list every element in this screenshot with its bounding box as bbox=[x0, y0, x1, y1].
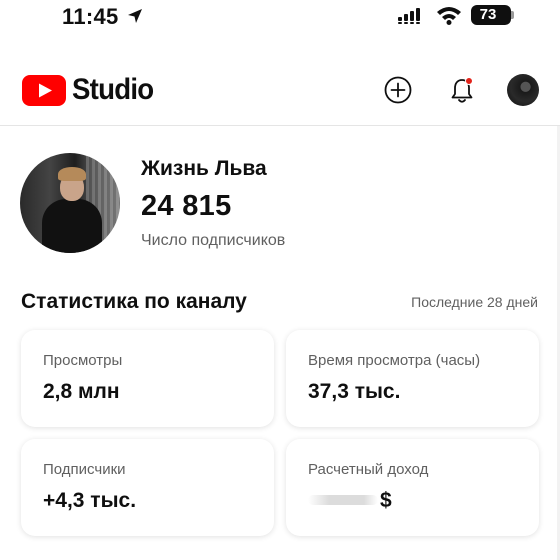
stat-card-value: +4,3 тыс. bbox=[43, 489, 137, 512]
stat-card-label: Просмотры bbox=[43, 352, 123, 369]
redacted-value-blur bbox=[308, 495, 378, 505]
studio-wordmark[interactable]: Studio bbox=[72, 73, 154, 107]
youtube-logo-icon[interactable] bbox=[22, 75, 66, 106]
create-plus-icon[interactable] bbox=[384, 76, 412, 104]
stat-card-label: Время просмотра (часы) bbox=[308, 352, 481, 369]
battery-indicator: 73 bbox=[471, 5, 514, 25]
status-time: 11:45 bbox=[62, 4, 119, 29]
avatar-figure-hair bbox=[58, 167, 86, 181]
status-bar: 11:45 73 bbox=[0, 0, 560, 34]
signal-icon bbox=[398, 8, 420, 24]
subscriber-count: 24 815 bbox=[141, 190, 232, 222]
channel-avatar[interactable] bbox=[20, 153, 120, 253]
stat-card-revenue[interactable]: Расчетный доход $ bbox=[286, 439, 539, 536]
avatar-figure-body bbox=[42, 199, 102, 253]
stat-card-watch-time[interactable]: Время просмотра (часы) 37,3 тыс. bbox=[286, 330, 539, 427]
channel-name[interactable]: Жизнь Льва bbox=[141, 157, 267, 181]
subscriber-count-label: Число подписчиков bbox=[141, 232, 286, 249]
stat-card-label: Расчетный доход bbox=[308, 461, 429, 478]
stats-period[interactable]: Последние 28 дней bbox=[411, 294, 538, 310]
stat-card-value: 37,3 тыс. bbox=[308, 380, 401, 403]
studio-dashboard: 11:45 73 Studio Жизнь Льва 24 815 Число … bbox=[0, 0, 560, 560]
stat-card-subscribers[interactable]: Подписчики +4,3 тыс. bbox=[21, 439, 274, 536]
notification-bell-button[interactable] bbox=[448, 76, 476, 106]
stats-title: Статистика по каналу bbox=[21, 290, 247, 313]
notification-dot bbox=[465, 77, 473, 85]
app-header: Studio bbox=[0, 60, 560, 126]
stat-card-value: 2,8 млн bbox=[43, 380, 120, 403]
stat-card-value: $ bbox=[380, 489, 392, 512]
location-arrow-icon bbox=[128, 9, 142, 23]
account-avatar[interactable] bbox=[507, 74, 539, 106]
stat-card-views[interactable]: Просмотры 2,8 млн bbox=[21, 330, 274, 427]
stat-card-label: Подписчики bbox=[43, 461, 126, 478]
wifi-icon bbox=[437, 7, 461, 25]
battery-tail bbox=[511, 11, 514, 19]
battery-level: 73 bbox=[479, 6, 497, 23]
